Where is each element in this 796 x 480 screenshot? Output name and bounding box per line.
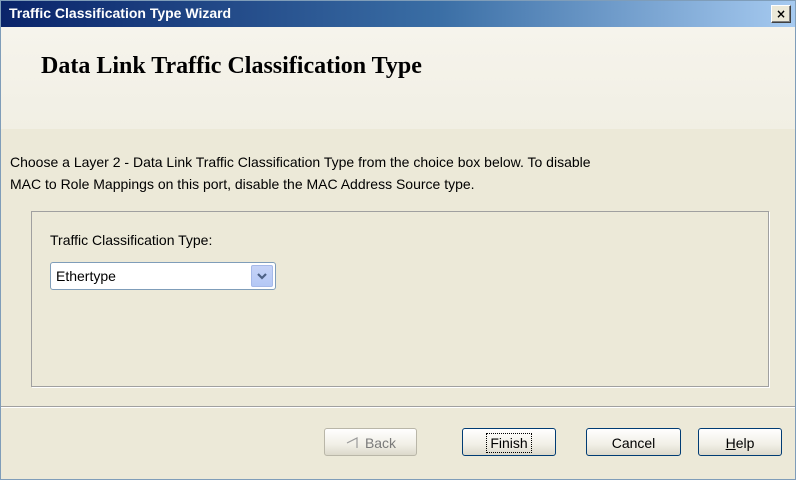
chevron-down-icon <box>257 273 267 280</box>
close-button[interactable]: × <box>771 5 791 23</box>
window-title: Traffic Classification Type Wizard <box>9 5 232 21</box>
finish-button[interactable]: Finish <box>462 428 556 456</box>
back-button[interactable]: Back <box>324 428 417 456</box>
instructions-line-2: MAC to Role Mappings on this port, disab… <box>10 176 475 192</box>
help-label-rest: elp <box>735 435 755 451</box>
page-title: Data Link Traffic Classification Type <box>41 53 422 79</box>
cancel-label: Cancel <box>611 435 656 451</box>
select-value: Ethertype <box>56 268 116 284</box>
wizard-dialog: Traffic Classification Type Wizard × Dat… <box>0 0 796 480</box>
close-icon: × <box>775 7 787 21</box>
back-arrow-icon <box>346 437 358 448</box>
help-label: Help <box>726 429 755 457</box>
title-bar[interactable]: Traffic Classification Type Wizard × <box>1 1 795 27</box>
instructions-text: Choose a Layer 2 - Data Link Traffic Cla… <box>10 151 790 195</box>
help-button[interactable]: Help <box>698 428 782 456</box>
footer-divider <box>1 406 795 408</box>
back-label: Back <box>364 435 397 451</box>
cancel-button[interactable]: Cancel <box>586 428 681 456</box>
dropdown-button[interactable] <box>251 265 273 287</box>
help-mnemonic: H <box>725 435 736 451</box>
wizard-header: Data Link Traffic Classification Type <box>1 27 795 129</box>
instructions-line-1: Choose a Layer 2 - Data Link Traffic Cla… <box>10 154 591 170</box>
classification-type-select[interactable]: Ethertype <box>50 262 276 290</box>
classification-type-label: Traffic Classification Type: <box>50 232 213 248</box>
classification-group: Traffic Classification Type: Ethertype <box>31 211 769 387</box>
finish-label: Finish <box>486 433 532 453</box>
